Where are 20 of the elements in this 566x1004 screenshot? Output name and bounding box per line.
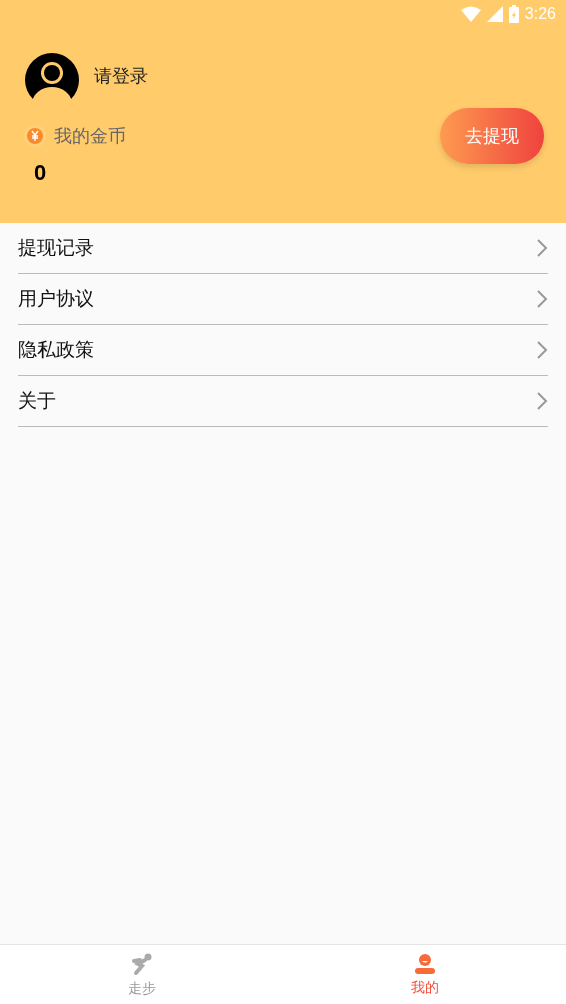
battery-icon — [508, 5, 519, 23]
signal-icon — [486, 6, 503, 22]
menu-item[interactable]: 提现记录 — [18, 223, 548, 274]
login-prompt[interactable]: 请登录 — [94, 64, 148, 88]
wifi-icon — [460, 6, 481, 22]
menu-item[interactable]: 隐私政策 — [18, 325, 548, 376]
coins-label: 我的金币 — [54, 124, 126, 148]
person-icon — [413, 952, 436, 975]
chevron-icon — [536, 238, 548, 258]
chevron-icon — [536, 289, 548, 309]
nav-tab[interactable]: 我的 — [283, 945, 566, 1004]
running-figure-icon — [129, 951, 154, 976]
coin-icon — [24, 125, 46, 147]
status-time: 3:26 — [524, 5, 556, 23]
menu-item[interactable]: 关于 — [18, 376, 548, 427]
coin-balance: 0 — [34, 160, 47, 186]
menu-item[interactable]: 用户协议 — [18, 274, 548, 325]
avatar-icon — [24, 52, 80, 100]
chevron-icon — [536, 391, 548, 411]
chevron-icon — [536, 340, 548, 360]
